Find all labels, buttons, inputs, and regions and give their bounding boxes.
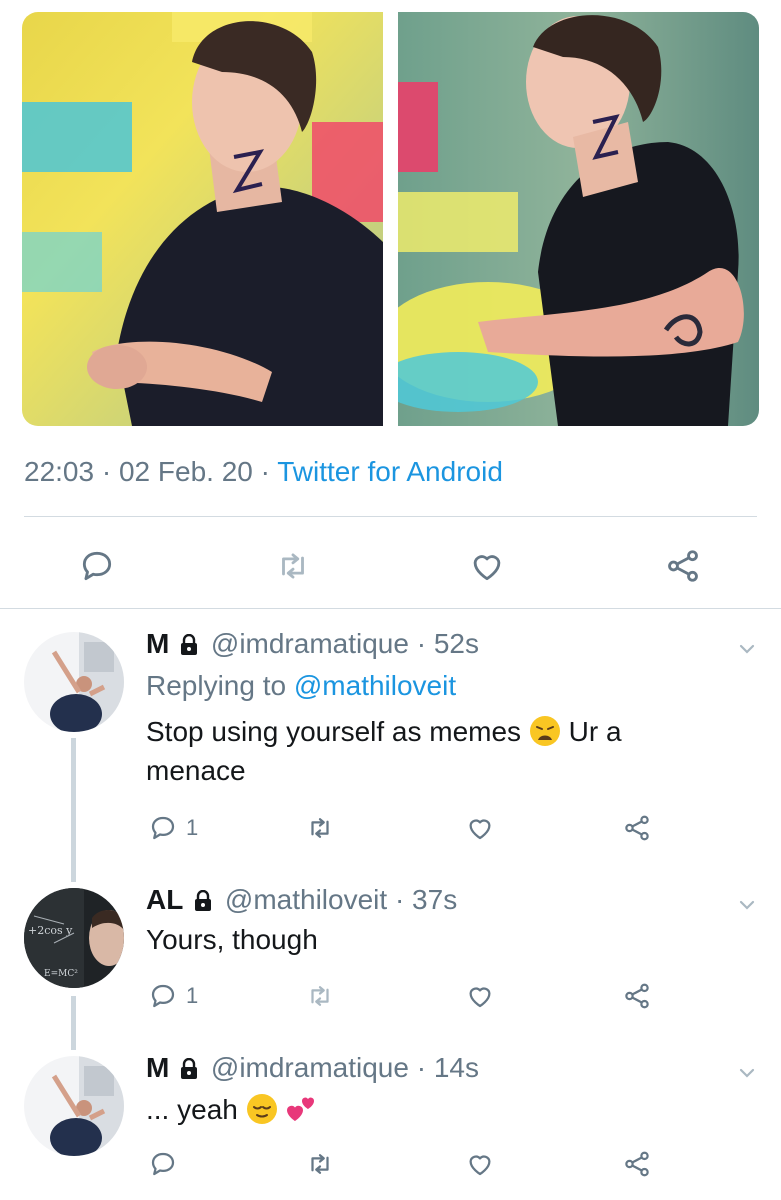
reply-text: Yours, though: [146, 924, 318, 955]
timestamp[interactable]: 52s: [434, 628, 479, 659]
reply-icon: [151, 984, 175, 1008]
display-name[interactable]: M: [146, 1052, 169, 1083]
lock-icon: [181, 1058, 198, 1079]
chevron-down-icon[interactable]: [736, 1062, 758, 1084]
two-hearts-emoji: [287, 1097, 315, 1121]
display-name[interactable]: AL: [146, 884, 183, 915]
like-button[interactable]: [465, 978, 495, 1014]
avatar[interactable]: [24, 632, 124, 732]
share-icon: [625, 1151, 649, 1177]
tweet-action-bar: [0, 540, 781, 592]
retweet-button[interactable]: [305, 1146, 335, 1182]
tweet-photo-left[interactable]: [22, 12, 383, 426]
reply-header: AL @mathiloveit · 37s: [146, 884, 458, 915]
like-button[interactable]: [465, 1146, 495, 1182]
reply-icon: [151, 1152, 175, 1176]
reply-text: ... yeah: [146, 1090, 706, 1129]
reply-count: 1: [186, 815, 199, 840]
relieved-face-emoji: [246, 1094, 277, 1124]
retweet-button[interactable]: [305, 810, 335, 846]
tweet-source-link[interactable]: Twitter for Android: [277, 456, 503, 487]
action-divider: [0, 608, 781, 609]
reply-button[interactable]: [72, 540, 122, 592]
avatar[interactable]: +2cos y E=MC²: [24, 888, 124, 988]
tweet-photo-right[interactable]: [398, 12, 759, 426]
share-button[interactable]: [622, 978, 652, 1014]
photo-man-running-right: [398, 12, 759, 426]
reply-action-bar: [0, 1146, 781, 1182]
share-button[interactable]: [622, 810, 652, 846]
retweet-icon: [311, 818, 329, 838]
like-button[interactable]: [462, 540, 512, 592]
share-icon: [668, 550, 698, 582]
tweet-date: 02 Feb. 20: [118, 456, 253, 487]
svg-text:+2cos y: +2cos y: [28, 924, 73, 937]
tweet-meta: 22:03 · 02 Feb. 20 · Twitter for Android: [24, 456, 503, 487]
reply-action-bar: 1: [0, 978, 781, 1014]
tweet-media-grid: [22, 12, 759, 426]
retweet-icon: [282, 553, 304, 579]
share-button[interactable]: [622, 1146, 652, 1182]
reply-header: M @imdramatique · 14s: [146, 1052, 479, 1083]
chevron-down-icon[interactable]: [736, 638, 758, 660]
handle[interactable]: @imdramatique: [211, 628, 409, 659]
chevron-down-icon[interactable]: [736, 894, 758, 916]
mention-link[interactable]: @mathiloveit: [294, 670, 456, 701]
retweet-button[interactable]: [268, 540, 318, 592]
reply-icon: [151, 816, 175, 840]
replying-to: Replying to @mathiloveit: [146, 670, 457, 701]
reply-action-bar: 1: [0, 810, 781, 846]
retweet-button[interactable]: [305, 978, 335, 1014]
tweet-time: 22:03: [24, 456, 95, 487]
reply-button[interactable]: [148, 1146, 178, 1182]
retweet-icon: [311, 986, 329, 1006]
reply-button[interactable]: 1: [148, 978, 198, 1014]
lock-icon: [195, 890, 212, 911]
like-icon: [469, 1155, 491, 1176]
meta-divider: [24, 516, 757, 517]
weary-face-emoji: [529, 716, 560, 746]
display-name[interactable]: M: [146, 628, 169, 659]
avatar[interactable]: [24, 1056, 124, 1156]
reply-text: Stop using yourself as memes Ur a menace: [146, 716, 622, 786]
reply-icon: [82, 551, 112, 581]
timestamp[interactable]: 14s: [434, 1052, 479, 1083]
share-icon: [625, 815, 649, 841]
photo-man-running-left: [22, 12, 383, 426]
timestamp[interactable]: 37s: [412, 884, 457, 915]
like-button[interactable]: [465, 810, 495, 846]
like-icon: [473, 555, 501, 581]
share-button[interactable]: [658, 540, 708, 592]
handle[interactable]: @imdramatique: [211, 1052, 409, 1083]
reply-button[interactable]: 1: [148, 810, 198, 846]
retweet-icon: [311, 1154, 329, 1174]
like-icon: [469, 819, 491, 840]
handle[interactable]: @mathiloveit: [225, 884, 387, 915]
lock-icon: [181, 634, 198, 655]
reply-count: 1: [186, 983, 199, 1008]
share-icon: [625, 983, 649, 1009]
reply-header: M @imdramatique · 52s: [146, 628, 479, 659]
like-icon: [469, 987, 491, 1008]
